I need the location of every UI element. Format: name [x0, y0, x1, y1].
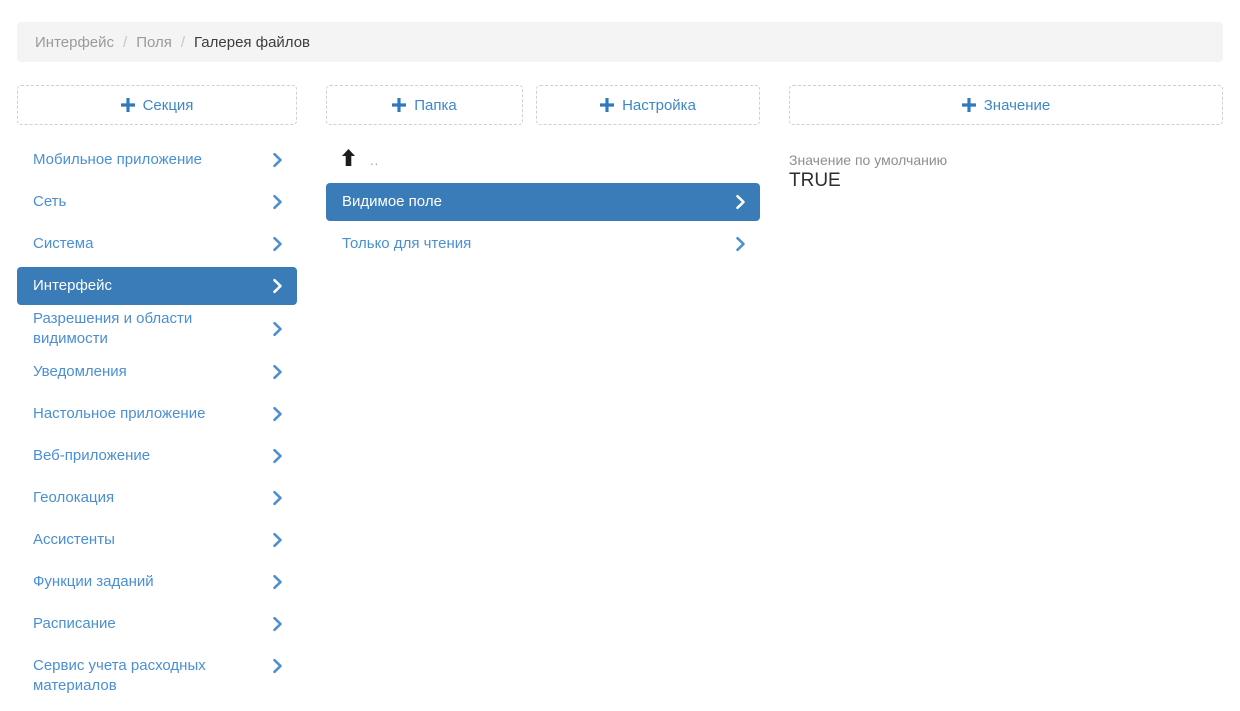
sidebar-item-network[interactable]: Сеть: [17, 183, 297, 221]
chevron-right-icon: [735, 236, 746, 252]
add-value-label: Значение: [984, 97, 1051, 114]
folder-up-button[interactable]: ..: [326, 141, 760, 179]
breadcrumb-item-current: Галерея файлов: [194, 34, 310, 51]
breadcrumb-separator: /: [181, 34, 185, 51]
breadcrumb: Интерфейс / Поля / Галерея файлов: [17, 22, 1223, 62]
sidebar-item-label: Система: [33, 234, 93, 254]
chevron-right-icon: [272, 364, 283, 380]
chevron-right-icon: [272, 236, 283, 252]
sidebar-item-geolocation[interactable]: Геолокация: [17, 479, 297, 517]
sidebar-item-schedule[interactable]: Расписание: [17, 605, 297, 643]
plus-icon: [121, 98, 135, 112]
plus-icon: [962, 98, 976, 112]
sidebar-item-permissions[interactable]: Разрешения и области видимости: [17, 309, 297, 349]
breadcrumb-item-interface[interactable]: Интерфейс: [35, 34, 114, 51]
arrow-up-icon: [342, 149, 355, 171]
add-folder-button[interactable]: Папка: [326, 85, 523, 125]
sidebar-item-label: Мобильное приложение: [33, 150, 202, 170]
add-folder-label: Папка: [414, 97, 456, 114]
chevron-right-icon: [272, 406, 283, 422]
sidebar-item-assistants[interactable]: Ассистенты: [17, 521, 297, 559]
sidebar-item-task-functions[interactable]: Функции заданий: [17, 563, 297, 601]
chevron-right-icon: [272, 448, 283, 464]
chevron-right-icon: [272, 321, 283, 337]
sidebar-item-label: Расписание: [33, 614, 116, 634]
breadcrumb-separator: /: [123, 34, 127, 51]
setting-item-read-only[interactable]: Только для чтения: [326, 225, 760, 263]
default-value-label: Значение по умолчанию: [789, 151, 1223, 169]
add-value-button[interactable]: Значение: [789, 85, 1223, 125]
sidebar-item-label: Настольное приложение: [33, 404, 205, 424]
settings-list: .. Видимое поле Только для чтения: [326, 141, 760, 267]
add-setting-button[interactable]: Настройка: [536, 85, 760, 125]
sidebar-item-label: Уведомления: [33, 362, 127, 382]
sidebar-item-label: Геолокация: [33, 488, 114, 508]
sidebar-item-system[interactable]: Система: [17, 225, 297, 263]
sidebar-item-label: Ассистенты: [33, 530, 115, 550]
plus-icon: [600, 98, 614, 112]
add-buttons-toolbar: Секция Папка Настройка Значение: [17, 85, 1223, 125]
sidebar-item-mobile-app[interactable]: Мобильное приложение: [17, 141, 297, 179]
chevron-right-icon: [272, 574, 283, 590]
chevron-right-icon: [272, 658, 283, 674]
sidebar-item-label: Сервис учета расходных материалов: [33, 656, 264, 696]
sidebar-item-label: Интерфейс: [33, 276, 112, 296]
chevron-right-icon: [735, 194, 746, 210]
sidebar-item-consumables-service[interactable]: Сервис учета расходных материалов: [17, 647, 297, 705]
chevron-right-icon: [272, 278, 283, 294]
sidebar-item-label: Разрешения и области видимости: [33, 309, 264, 349]
add-section-button[interactable]: Секция: [17, 85, 297, 125]
chevron-right-icon: [272, 490, 283, 506]
sidebar-item-interface[interactable]: Интерфейс: [17, 267, 297, 305]
chevron-right-icon: [272, 194, 283, 210]
sidebar-item-label: Сеть: [33, 192, 66, 212]
chevron-right-icon: [272, 616, 283, 632]
sidebar-item-label: Функции заданий: [33, 572, 154, 592]
chevron-right-icon: [272, 152, 283, 168]
parent-folder-label: ..: [370, 153, 379, 168]
value-detail-pane: Значение по умолчанию TRUE: [789, 141, 1223, 192]
setting-item-visible-field[interactable]: Видимое поле: [326, 183, 760, 221]
sidebar-item-desktop-app[interactable]: Настольное приложение: [17, 395, 297, 433]
plus-icon: [392, 98, 406, 112]
setting-item-label: Только для чтения: [342, 234, 471, 254]
breadcrumb-item-fields[interactable]: Поля: [136, 34, 172, 51]
setting-item-label: Видимое поле: [342, 192, 442, 212]
sidebar-item-notifications[interactable]: Уведомления: [17, 353, 297, 391]
sections-sidebar: Мобильное приложение Сеть Система Интерф…: [17, 141, 297, 709]
sidebar-item-web-app[interactable]: Веб-приложение: [17, 437, 297, 475]
chevron-right-icon: [272, 532, 283, 548]
add-setting-label: Настройка: [622, 97, 696, 114]
default-value: TRUE: [789, 169, 1223, 192]
add-section-label: Секция: [143, 97, 194, 114]
sidebar-item-label: Веб-приложение: [33, 446, 150, 466]
